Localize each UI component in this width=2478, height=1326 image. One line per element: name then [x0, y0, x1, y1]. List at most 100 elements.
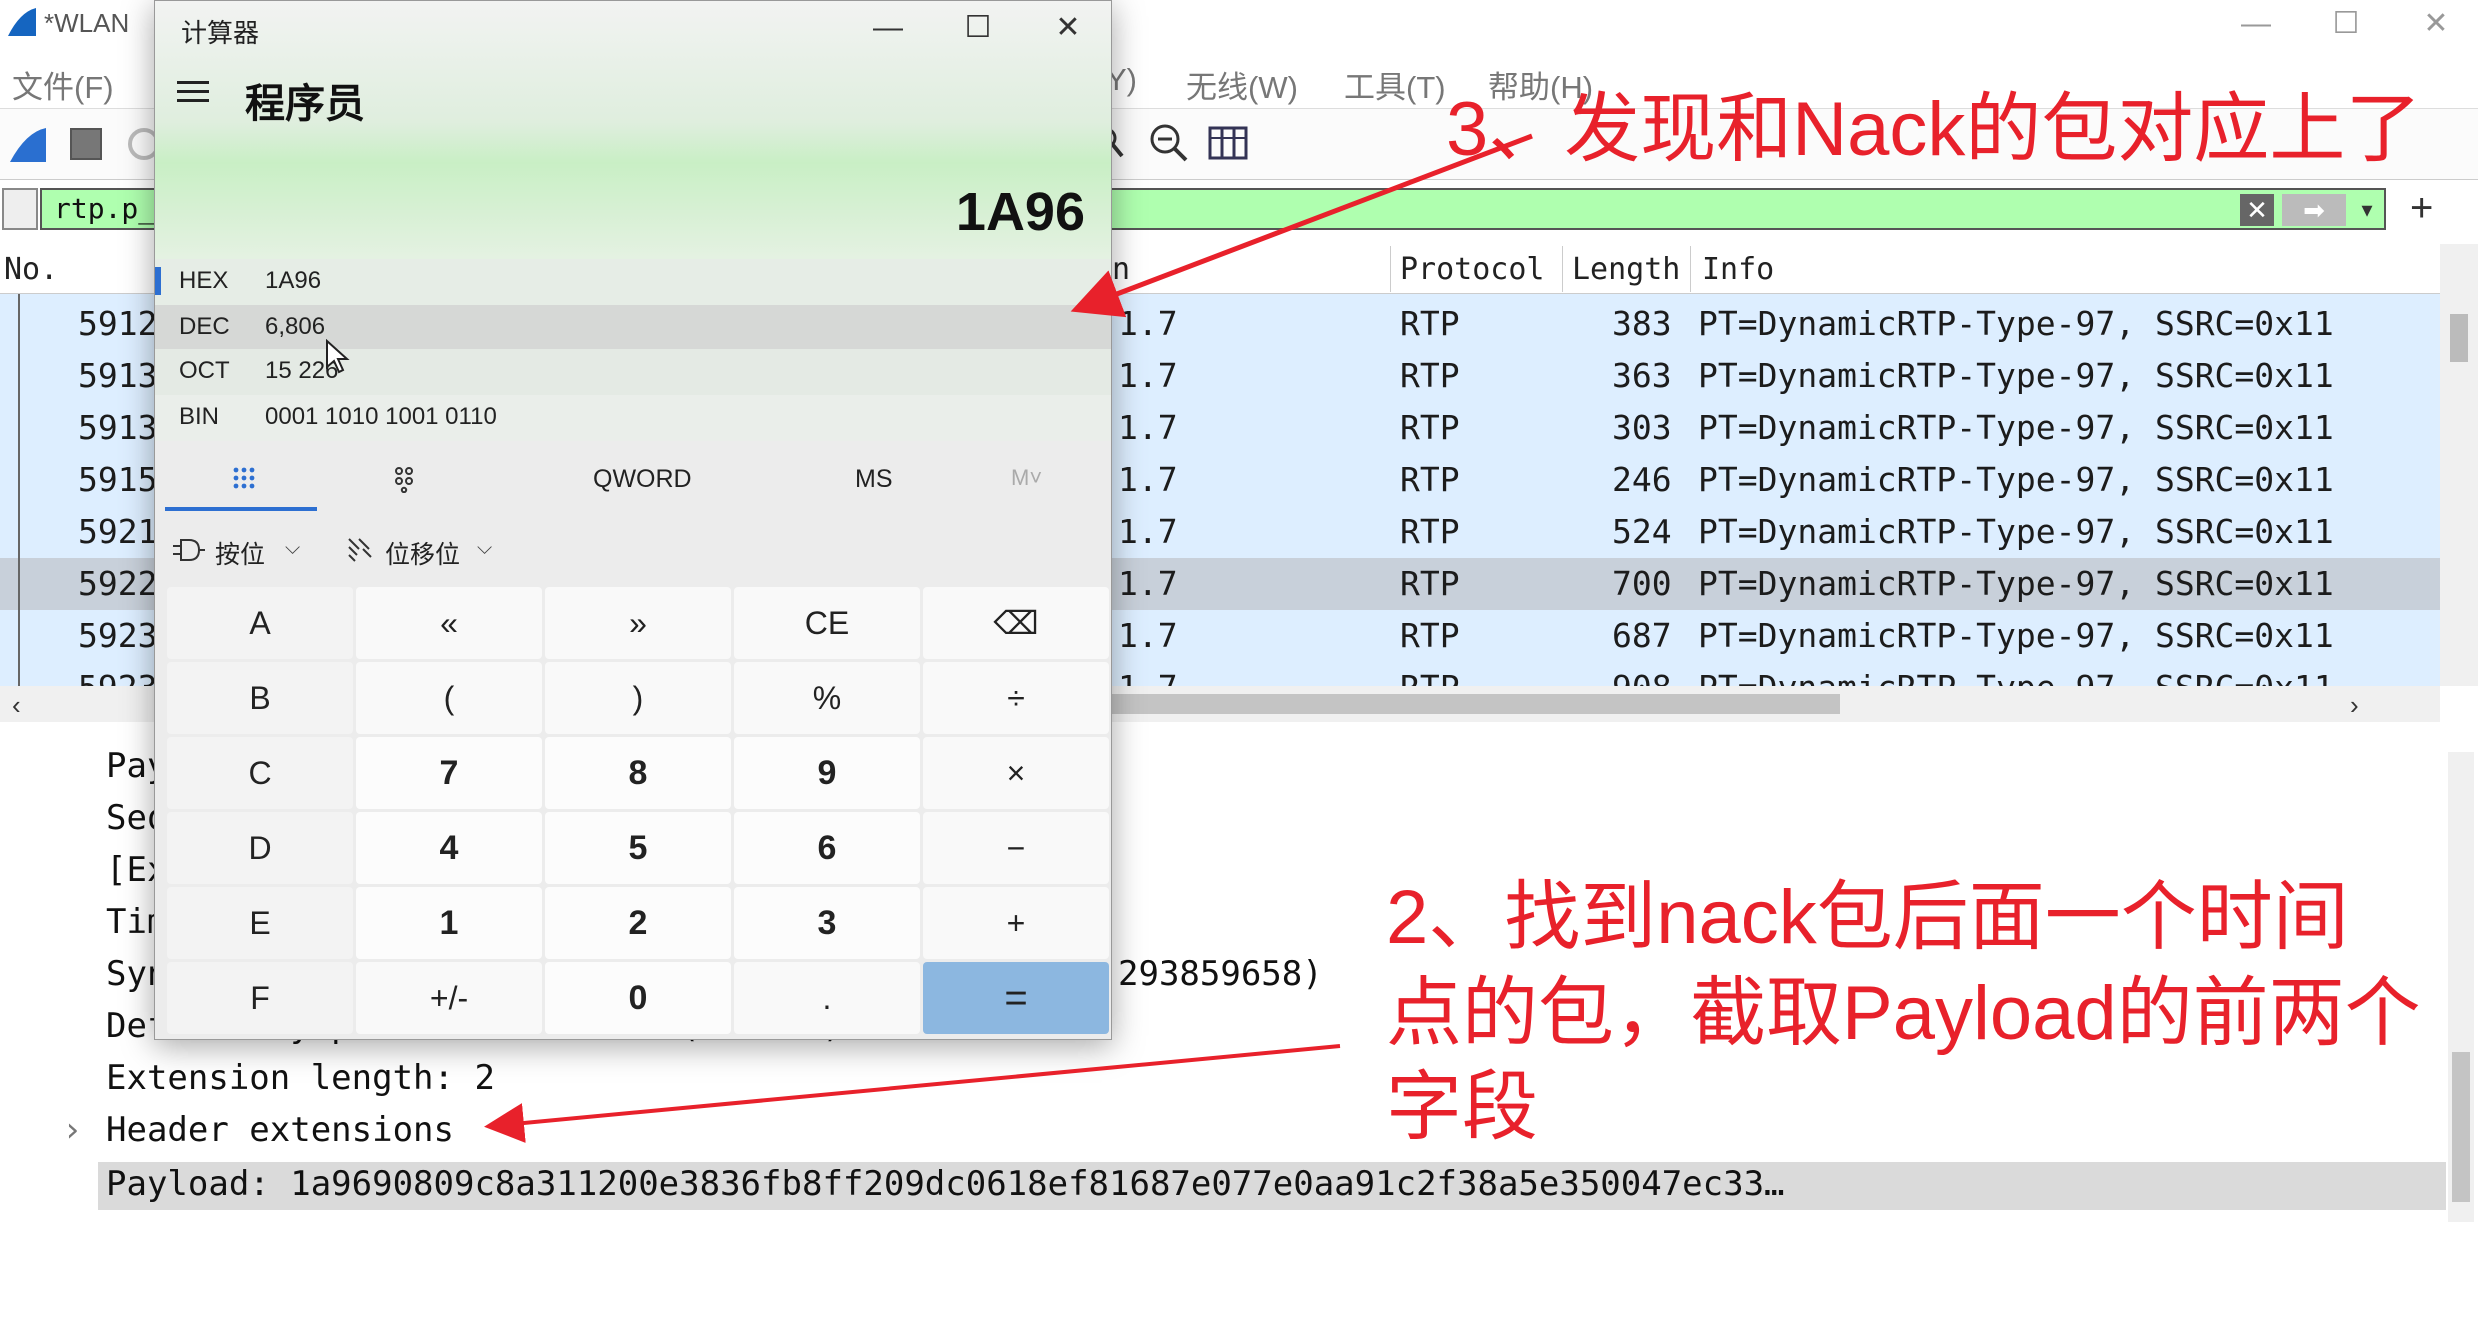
- packet-destination: 1.7: [1118, 408, 1178, 447]
- packet-info: PT=DynamicRTP-Type-97, SSRC=0x11: [1698, 564, 2334, 603]
- calc-key-5[interactable]: B: [167, 662, 353, 734]
- close-button[interactable]: ✕: [2406, 4, 2466, 44]
- bitwise-dropdown[interactable]: 按位 ⌵: [173, 531, 323, 571]
- detail-header-extensions[interactable]: Header extensions: [106, 1110, 454, 1150]
- scroll-thumb[interactable]: [1100, 694, 1840, 714]
- calc-key-3[interactable]: CE: [734, 587, 920, 659]
- radix-label: DEC: [179, 313, 230, 340]
- packet-protocol: RTP: [1400, 356, 1460, 395]
- bitwise-label: 按位: [215, 541, 266, 569]
- chevron-down-icon: ⌵: [285, 537, 301, 559]
- packet-length: 687: [1612, 616, 1672, 655]
- radix-label: BIN: [179, 403, 220, 430]
- calc-maximize-button[interactable]: ☐: [943, 5, 1013, 51]
- calc-key-17[interactable]: 5: [545, 812, 731, 884]
- memory-list-button[interactable]: M˅: [1011, 465, 1042, 491]
- calc-key-29[interactable]: =: [923, 962, 1109, 1034]
- scroll-right-icon[interactable]: ›: [2350, 690, 2359, 721]
- radix-hex-row[interactable]: HEX 1A96: [155, 259, 1111, 305]
- calc-minimize-button[interactable]: —: [853, 5, 923, 51]
- calc-key-11[interactable]: 7: [356, 737, 542, 809]
- column-no[interactable]: No.: [4, 252, 58, 287]
- column-protocol[interactable]: Protocol: [1400, 252, 1545, 287]
- packet-length: 246: [1612, 460, 1672, 499]
- detail-extension-length[interactable]: Extension length: 2: [106, 1058, 495, 1098]
- hamburger-menu-icon[interactable]: [177, 79, 213, 105]
- radix-dec-row[interactable]: DEC 6,806: [155, 305, 1111, 351]
- calc-key-13[interactable]: 9: [734, 737, 920, 809]
- calc-key-10[interactable]: C: [167, 737, 353, 809]
- calc-key-14[interactable]: ×: [923, 737, 1109, 809]
- annotation-step2-line3: 字段: [1386, 1065, 1538, 1150]
- calc-key-22[interactable]: 2: [545, 887, 731, 959]
- packet-protocol: RTP: [1400, 668, 1460, 686]
- apply-filter-arrow-icon[interactable]: ➡: [2282, 194, 2346, 226]
- calc-key-25[interactable]: F: [167, 962, 353, 1034]
- packet-number: 5923: [78, 616, 158, 655]
- bitshift-dropdown[interactable]: 位移位 ⌵: [345, 531, 515, 571]
- minimize-button[interactable]: —: [2226, 4, 2286, 44]
- column-length[interactable]: Length: [1572, 252, 1680, 287]
- packet-list-vscrollbar[interactable]: [2440, 244, 2478, 686]
- radix-oct-row[interactable]: OCT 15 226: [155, 349, 1111, 395]
- radix-bin-row[interactable]: BIN 0001 1010 1001 0110: [155, 395, 1111, 441]
- full-keypad-icon[interactable]: [231, 465, 257, 491]
- calc-key-21[interactable]: 1: [356, 887, 542, 959]
- expand-arrow-icon[interactable]: ›: [62, 1110, 82, 1150]
- calc-key-16[interactable]: 4: [356, 812, 542, 884]
- calc-key-7[interactable]: ): [545, 662, 731, 734]
- resize-columns-icon[interactable]: [1208, 124, 1248, 162]
- scroll-thumb[interactable]: [2452, 1052, 2470, 1202]
- packet-length: 700: [1612, 564, 1672, 603]
- column-separator: [1562, 246, 1563, 292]
- calc-key-0[interactable]: A: [167, 587, 353, 659]
- menu-wireless[interactable]: 无线(W): [1186, 62, 1298, 107]
- packet-destination: 1.7: [1118, 616, 1178, 655]
- memory-store-button[interactable]: MS: [855, 465, 893, 494]
- filter-history-dropdown-icon[interactable]: ▾: [2352, 194, 2382, 226]
- scroll-thumb[interactable]: [2450, 314, 2468, 362]
- calc-key-24[interactable]: +: [923, 887, 1109, 959]
- calc-key-20[interactable]: E: [167, 887, 353, 959]
- packet-protocol: RTP: [1400, 460, 1460, 499]
- filter-bookmark-icon[interactable]: [2, 188, 38, 230]
- clear-filter-icon[interactable]: ✕: [2240, 194, 2274, 226]
- calc-key-12[interactable]: 8: [545, 737, 731, 809]
- calc-key-4[interactable]: ⌫: [923, 587, 1109, 659]
- packet-info: PT=DynamicRTP-Type-97, SSRC=0x11: [1698, 356, 2334, 395]
- packet-info: PT=DynamicRTP-Type-97, SSRC=0x11: [1698, 408, 2334, 447]
- calc-key-1[interactable]: «: [356, 587, 542, 659]
- calc-key-27[interactable]: 0: [545, 962, 731, 1034]
- radix-label: OCT: [179, 357, 230, 384]
- calc-key-15[interactable]: D: [167, 812, 353, 884]
- stop-capture-icon[interactable]: [70, 128, 102, 160]
- calc-key-9[interactable]: ÷: [923, 662, 1109, 734]
- packet-destination: 1.7: [1118, 356, 1178, 395]
- calc-key-18[interactable]: 6: [734, 812, 920, 884]
- details-vscrollbar[interactable]: [2448, 752, 2474, 1222]
- calculator-display: 1A96: [955, 182, 1085, 242]
- start-capture-icon[interactable]: [8, 124, 48, 164]
- calc-key-19[interactable]: −: [923, 812, 1109, 884]
- column-info[interactable]: Info: [1702, 252, 1774, 287]
- calc-close-button[interactable]: ✕: [1033, 5, 1103, 51]
- wireshark-fin-icon: [8, 8, 36, 36]
- calc-key-28[interactable]: .: [734, 962, 920, 1034]
- scroll-left-icon[interactable]: ‹: [12, 690, 21, 721]
- packet-number: 5913: [78, 356, 158, 395]
- menu-file[interactable]: 文件(F): [12, 62, 114, 107]
- word-size-qword-button[interactable]: QWORD: [593, 465, 692, 494]
- add-filter-button[interactable]: +: [2410, 186, 2433, 231]
- packet-protocol: RTP: [1400, 304, 1460, 343]
- calc-key-6[interactable]: (: [356, 662, 542, 734]
- detail-payload[interactable]: Payload: 1a9690809c8a311200e3836fb8ff209…: [106, 1164, 1785, 1204]
- calc-key-2[interactable]: »: [545, 587, 731, 659]
- calc-key-26[interactable]: +/-: [356, 962, 542, 1034]
- calc-key-8[interactable]: %: [734, 662, 920, 734]
- maximize-button[interactable]: ☐: [2316, 4, 2376, 44]
- bit-toggle-keypad-icon[interactable]: [391, 465, 417, 493]
- column-destination[interactable]: n: [1112, 252, 1130, 287]
- zoom-out-icon[interactable]: [1148, 122, 1190, 164]
- calc-key-23[interactable]: 3: [734, 887, 920, 959]
- menu-tools[interactable]: 工具(T): [1344, 62, 1446, 107]
